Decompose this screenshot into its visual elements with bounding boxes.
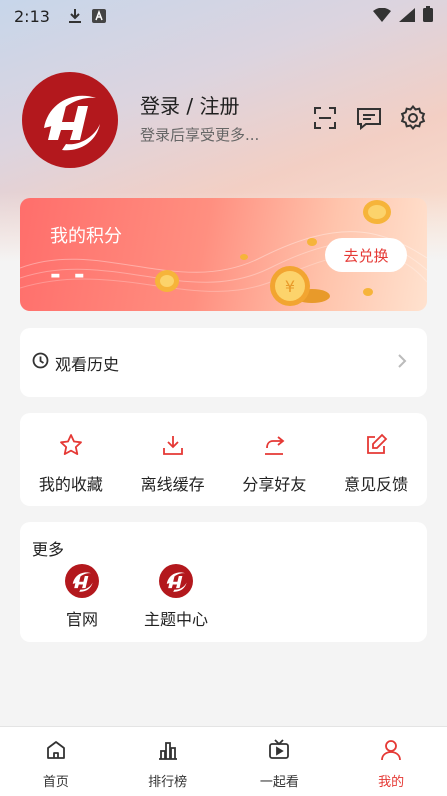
favorites-button[interactable]: 我的收藏 [20,413,122,506]
battery-icon [423,6,433,26]
share-icon [262,433,286,461]
edit-icon [364,433,388,461]
nav-profile-label: 我的 [378,775,405,790]
quick-actions: 我的收藏 离线缓存 分享好友 意见反馈 [20,413,427,506]
settings-icon[interactable] [399,104,427,132]
login-subtitle: 登录后享受更多... [140,126,260,144]
nav-profile[interactable]: 我的 [335,727,447,796]
share-label: 分享好友 [242,475,307,494]
nav-ranking[interactable]: 排行榜 [112,727,224,796]
ranking-icon [157,739,179,765]
more-section: 更多 官网 主题中心 [20,522,427,642]
download-icon [161,433,185,461]
redeem-button[interactable]: 去兑换 [325,238,407,272]
message-icon[interactable] [355,104,383,132]
avatar[interactable] [22,72,118,168]
star-icon [59,433,83,461]
status-bar: 2:13 [0,0,447,32]
theme-center-label: 主题中心 [143,610,208,629]
home-icon [45,739,67,765]
bottom-navigation: 首页 排行榜 一起看 我的 [0,726,447,796]
watch-history-row[interactable]: 观看历史 [20,328,427,397]
chevron-right-icon [397,353,407,373]
points-title: 我的积分 [50,226,122,247]
more-title: 更多 [32,540,65,559]
brand-logo-icon [159,564,193,598]
points-value: - - [50,260,87,290]
feedback-label: 意见反馈 [344,475,409,494]
nav-home[interactable]: 首页 [0,727,112,796]
nav-watch-together-label: 一起看 [259,775,299,790]
offline-cache-label: 离线缓存 [140,475,205,494]
wifi-icon [373,7,391,26]
feedback-button[interactable]: 意见反馈 [325,413,427,506]
scan-icon[interactable] [311,104,339,132]
download-icon [68,8,82,24]
clock-icon [32,352,49,373]
offline-cache-button[interactable]: 离线缓存 [122,413,224,506]
profile-icon [380,739,402,765]
login-register-title[interactable]: 登录 / 注册 [140,90,239,119]
theme-center-item[interactable]: 主题中心 [131,564,221,630]
status-time: 2:13 [14,6,50,26]
brand-logo-icon [65,564,99,598]
nav-ranking-label: 排行榜 [148,775,188,790]
favorites-label: 我的收藏 [38,475,103,494]
font-icon [91,9,106,23]
official-site-label: 官网 [65,610,98,629]
watch-history-label: 观看历史 [55,354,120,374]
points-card[interactable]: ¥ 我的积分 - - 去兑换 [20,198,427,311]
header-actions [311,104,427,132]
signal-icon [399,7,415,26]
svg-text:¥: ¥ [285,277,295,296]
share-button[interactable]: 分享好友 [224,413,326,506]
tv-icon [268,739,290,765]
nav-home-label: 首页 [42,775,69,790]
nav-watch-together[interactable]: 一起看 [224,727,336,796]
official-site-item[interactable]: 官网 [37,564,127,630]
brand-logo-icon [44,95,100,151]
